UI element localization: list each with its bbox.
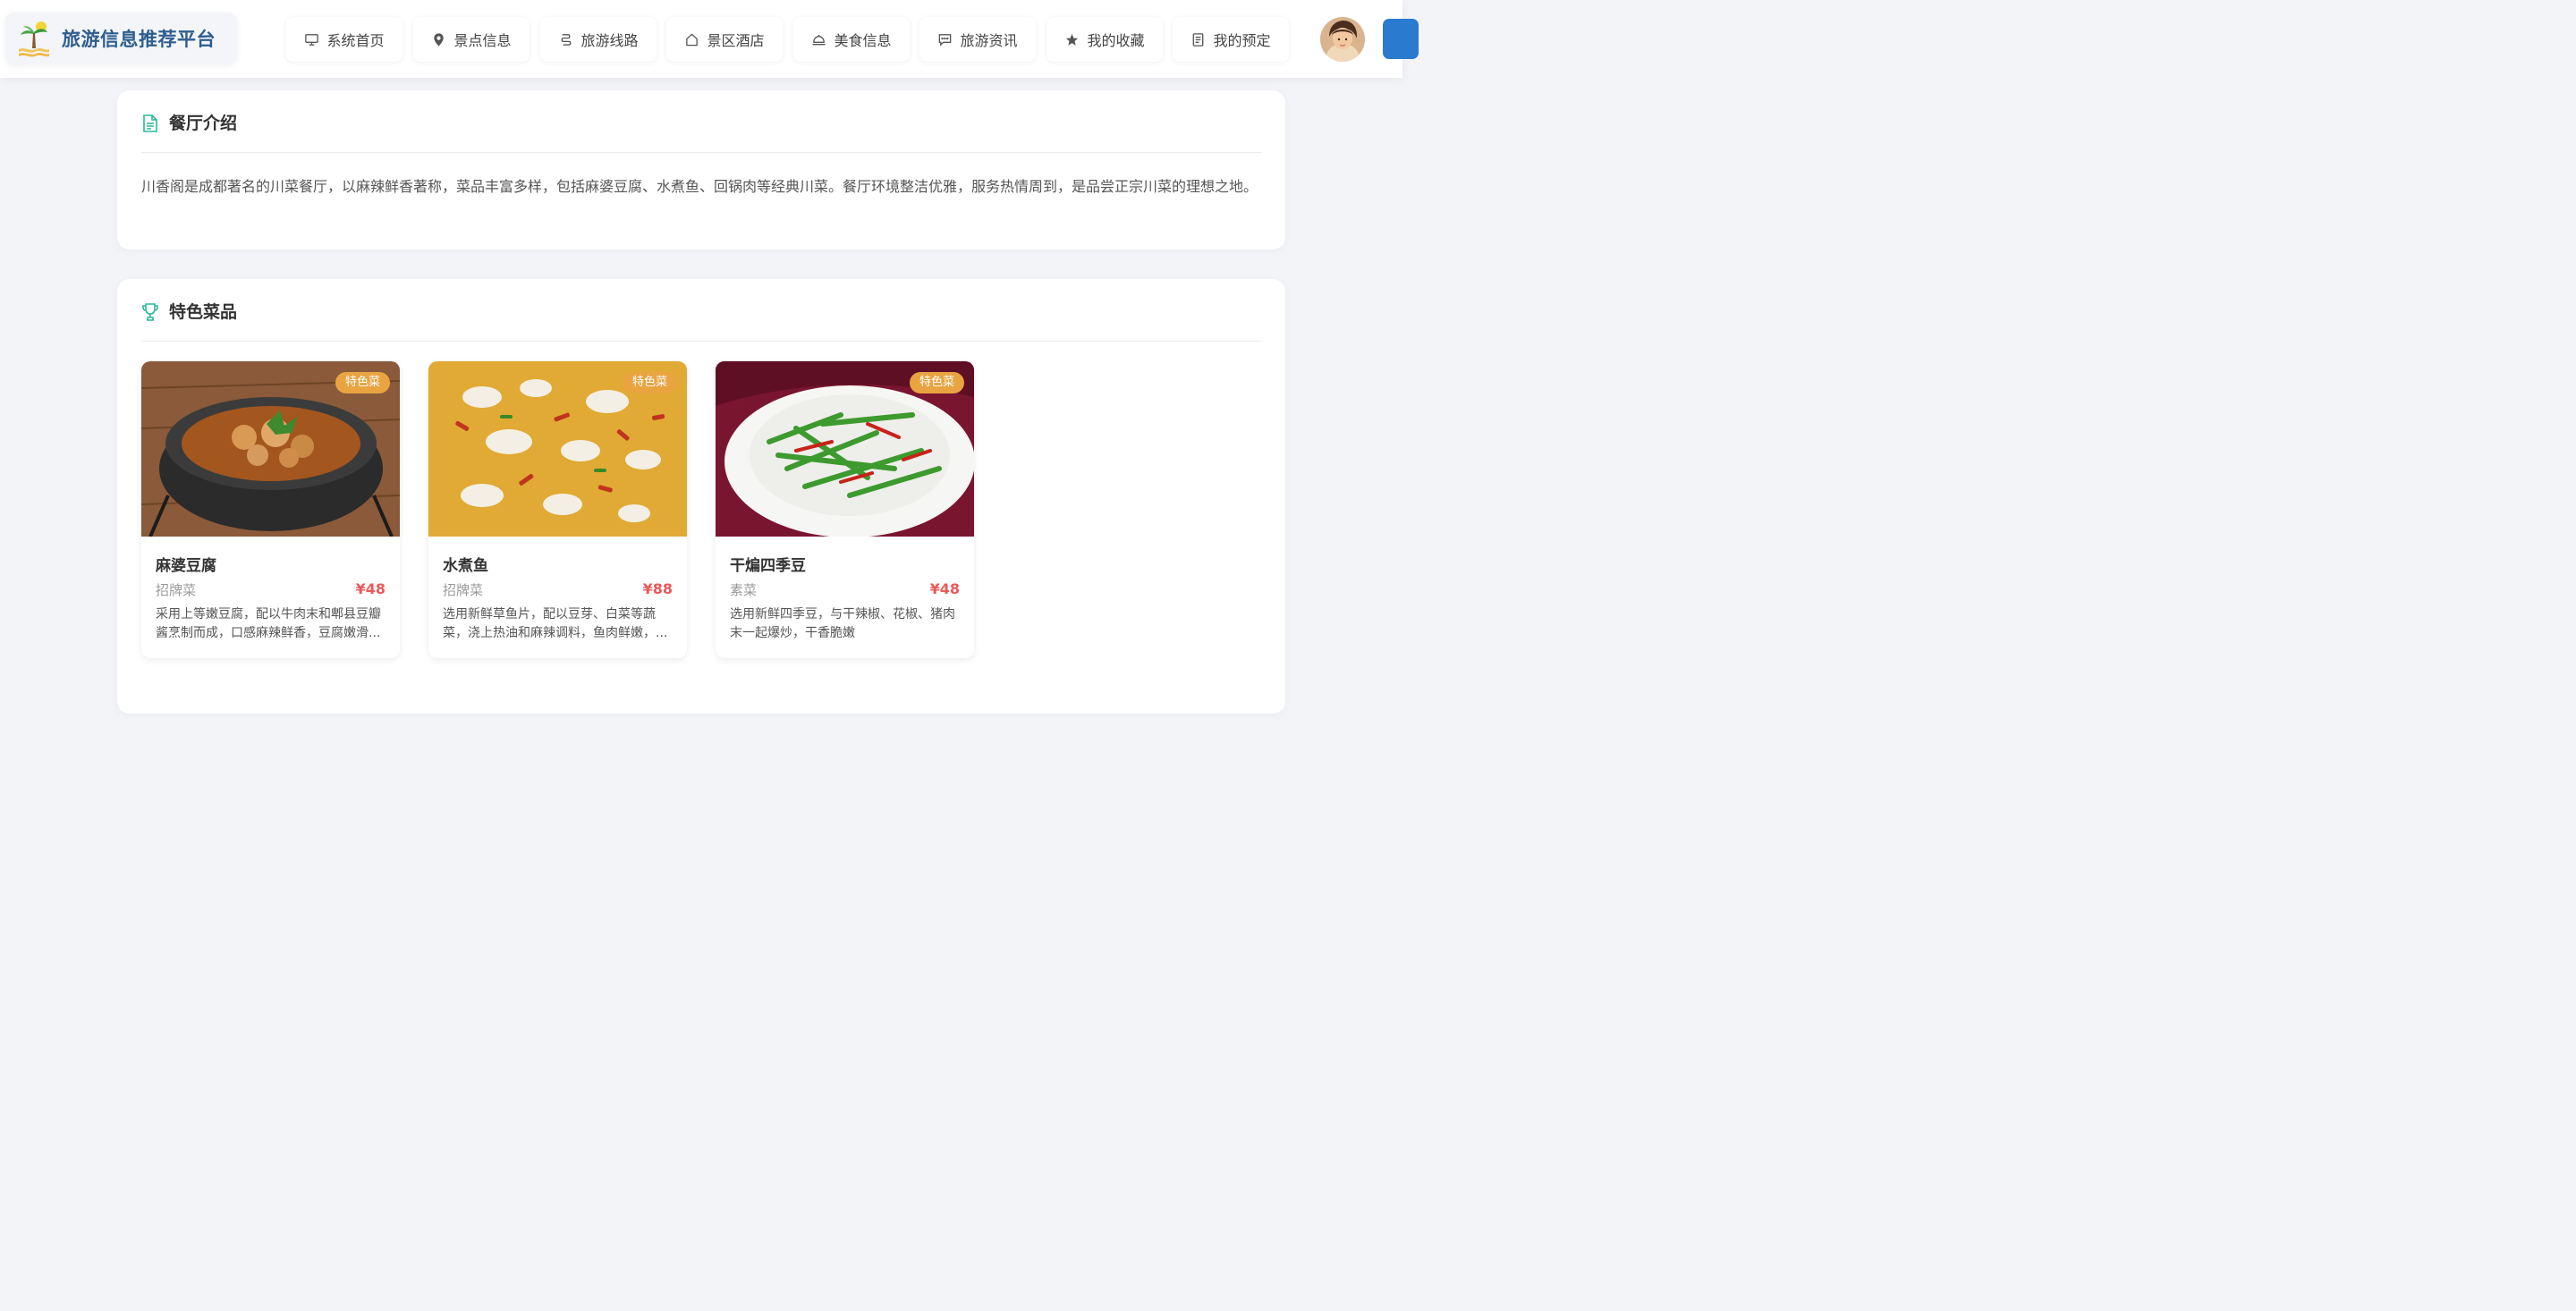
dish-name: 水煮鱼 [443,557,488,575]
nav-item-label: 美食信息 [834,32,892,49]
nav-item-travel-routes[interactable]: 旅游线路 [540,17,657,62]
user-avatar[interactable] [1320,17,1365,62]
nav-item-label: 旅游资讯 [960,32,1018,49]
map-pin-icon [434,32,445,47]
nav-item-hotels[interactable]: 景区酒店 [666,17,783,62]
dish-price: ¥48 [929,580,960,597]
nav-item-label: 我的收藏 [1087,32,1145,49]
palm-tree-logo-icon [19,21,49,57]
dish-card-boiled-fish[interactable]: 特色菜 水煮鱼 招牌菜 ¥88 选用新鲜草鱼片，配以豆芽、白菜等蔬菜，浇上热油和… [428,361,687,658]
dish-name: 麻婆豆腐 [156,557,216,575]
trophy-icon [142,303,158,321]
dish-category: 招牌菜 [156,582,197,598]
home-icon [686,32,699,46]
featured-badge: 特色菜 [909,372,964,393]
dish-price: ¥48 [355,580,386,597]
star-icon [1066,33,1079,46]
nav-item-home[interactable]: 系统首页 [286,17,402,62]
document-icon [1193,32,1204,47]
dish-price: ¥88 [642,580,673,597]
route-icon [562,33,572,46]
nav-item-food[interactable]: 美食信息 [793,17,910,62]
dish-description: 采用上等嫩豆腐，配以牛肉末和郫县豆瓣酱烹制而成，口感麻辣鲜香，豆腐嫩滑... [156,607,381,640]
chat-icon [939,33,952,47]
dish-category: 招牌菜 [443,582,484,598]
dish-description: 选用新鲜草鱼片，配以豆芽、白菜等蔬菜，浇上热油和麻辣调料，鱼肉鲜嫩，... [443,607,668,640]
monitor-icon [305,33,319,46]
avatar-portrait-icon [1320,17,1365,62]
nav-item-label: 系统首页 [326,32,385,49]
featured-badge: 特色菜 [622,372,677,393]
nav-item-news[interactable]: 旅游资讯 [919,17,1036,62]
dish-category: 素菜 [730,582,758,598]
dish-name: 干煸四季豆 [730,557,806,575]
top-navigation-bar: 旅游信息推荐平台 系统首页 景点信息 旅游线路 景区酒店 美食信息 旅游资讯 我… [0,0,1419,78]
file-text-icon [143,114,157,132]
nav-item-favorites[interactable]: 我的收藏 [1046,17,1163,62]
nav-item-label: 我的预定 [1213,32,1271,49]
section-title: 特色菜品 [169,302,238,322]
dish-cover-icon [812,34,826,45]
nav-item-scenic-spots[interactable]: 景点信息 [413,17,530,62]
section-title: 餐厅介绍 [169,114,238,133]
dish-description: 选用新鲜四季豆，与干辣椒、花椒、猪肉末一起爆炒，干香脆嫩 [730,607,955,640]
featured-dishes-card: 特色菜品 特色菜 麻婆豆腐 招牌菜 ¥48 采用上等嫩豆腐，配以牛肉末和郫县豆瓣… [117,279,1285,714]
restaurant-intro-card: 餐厅介绍 川香阁是成都著名的川菜餐厅，以麻辣鲜香著称，菜品丰富多样，包括麻婆豆腐… [117,90,1285,250]
nav-item-bookings[interactable]: 我的预定 [1173,17,1289,62]
restaurant-description: 川香阁是成都著名的川菜餐厅，以麻辣鲜香著称，菜品丰富多样，包括麻婆豆腐、水煮鱼、… [141,178,1258,195]
brand-title: 旅游信息推荐平台 [62,29,216,50]
section-header: 特色菜品 [141,302,1261,342]
nav-item-label: 景区酒店 [707,32,765,49]
featured-badge: 特色菜 [335,372,390,393]
dish-card-mapo-tofu[interactable]: 特色菜 麻婆豆腐 招牌菜 ¥48 采用上等嫩豆腐，配以牛肉末和郫县豆瓣酱烹制而成… [141,361,400,658]
login-button[interactable] [1383,19,1419,59]
brand[interactable]: 旅游信息推荐平台 [5,13,237,64]
section-header: 餐厅介绍 [141,114,1261,153]
nav-item-label: 旅游线路 [580,32,639,49]
dish-card-dry-fried-beans[interactable]: 特色菜 干煸四季豆 素菜 ¥48 选用新鲜四季豆，与干辣椒、花椒、猪肉末一起爆炒… [716,361,974,658]
nav-item-label: 景点信息 [453,32,512,49]
